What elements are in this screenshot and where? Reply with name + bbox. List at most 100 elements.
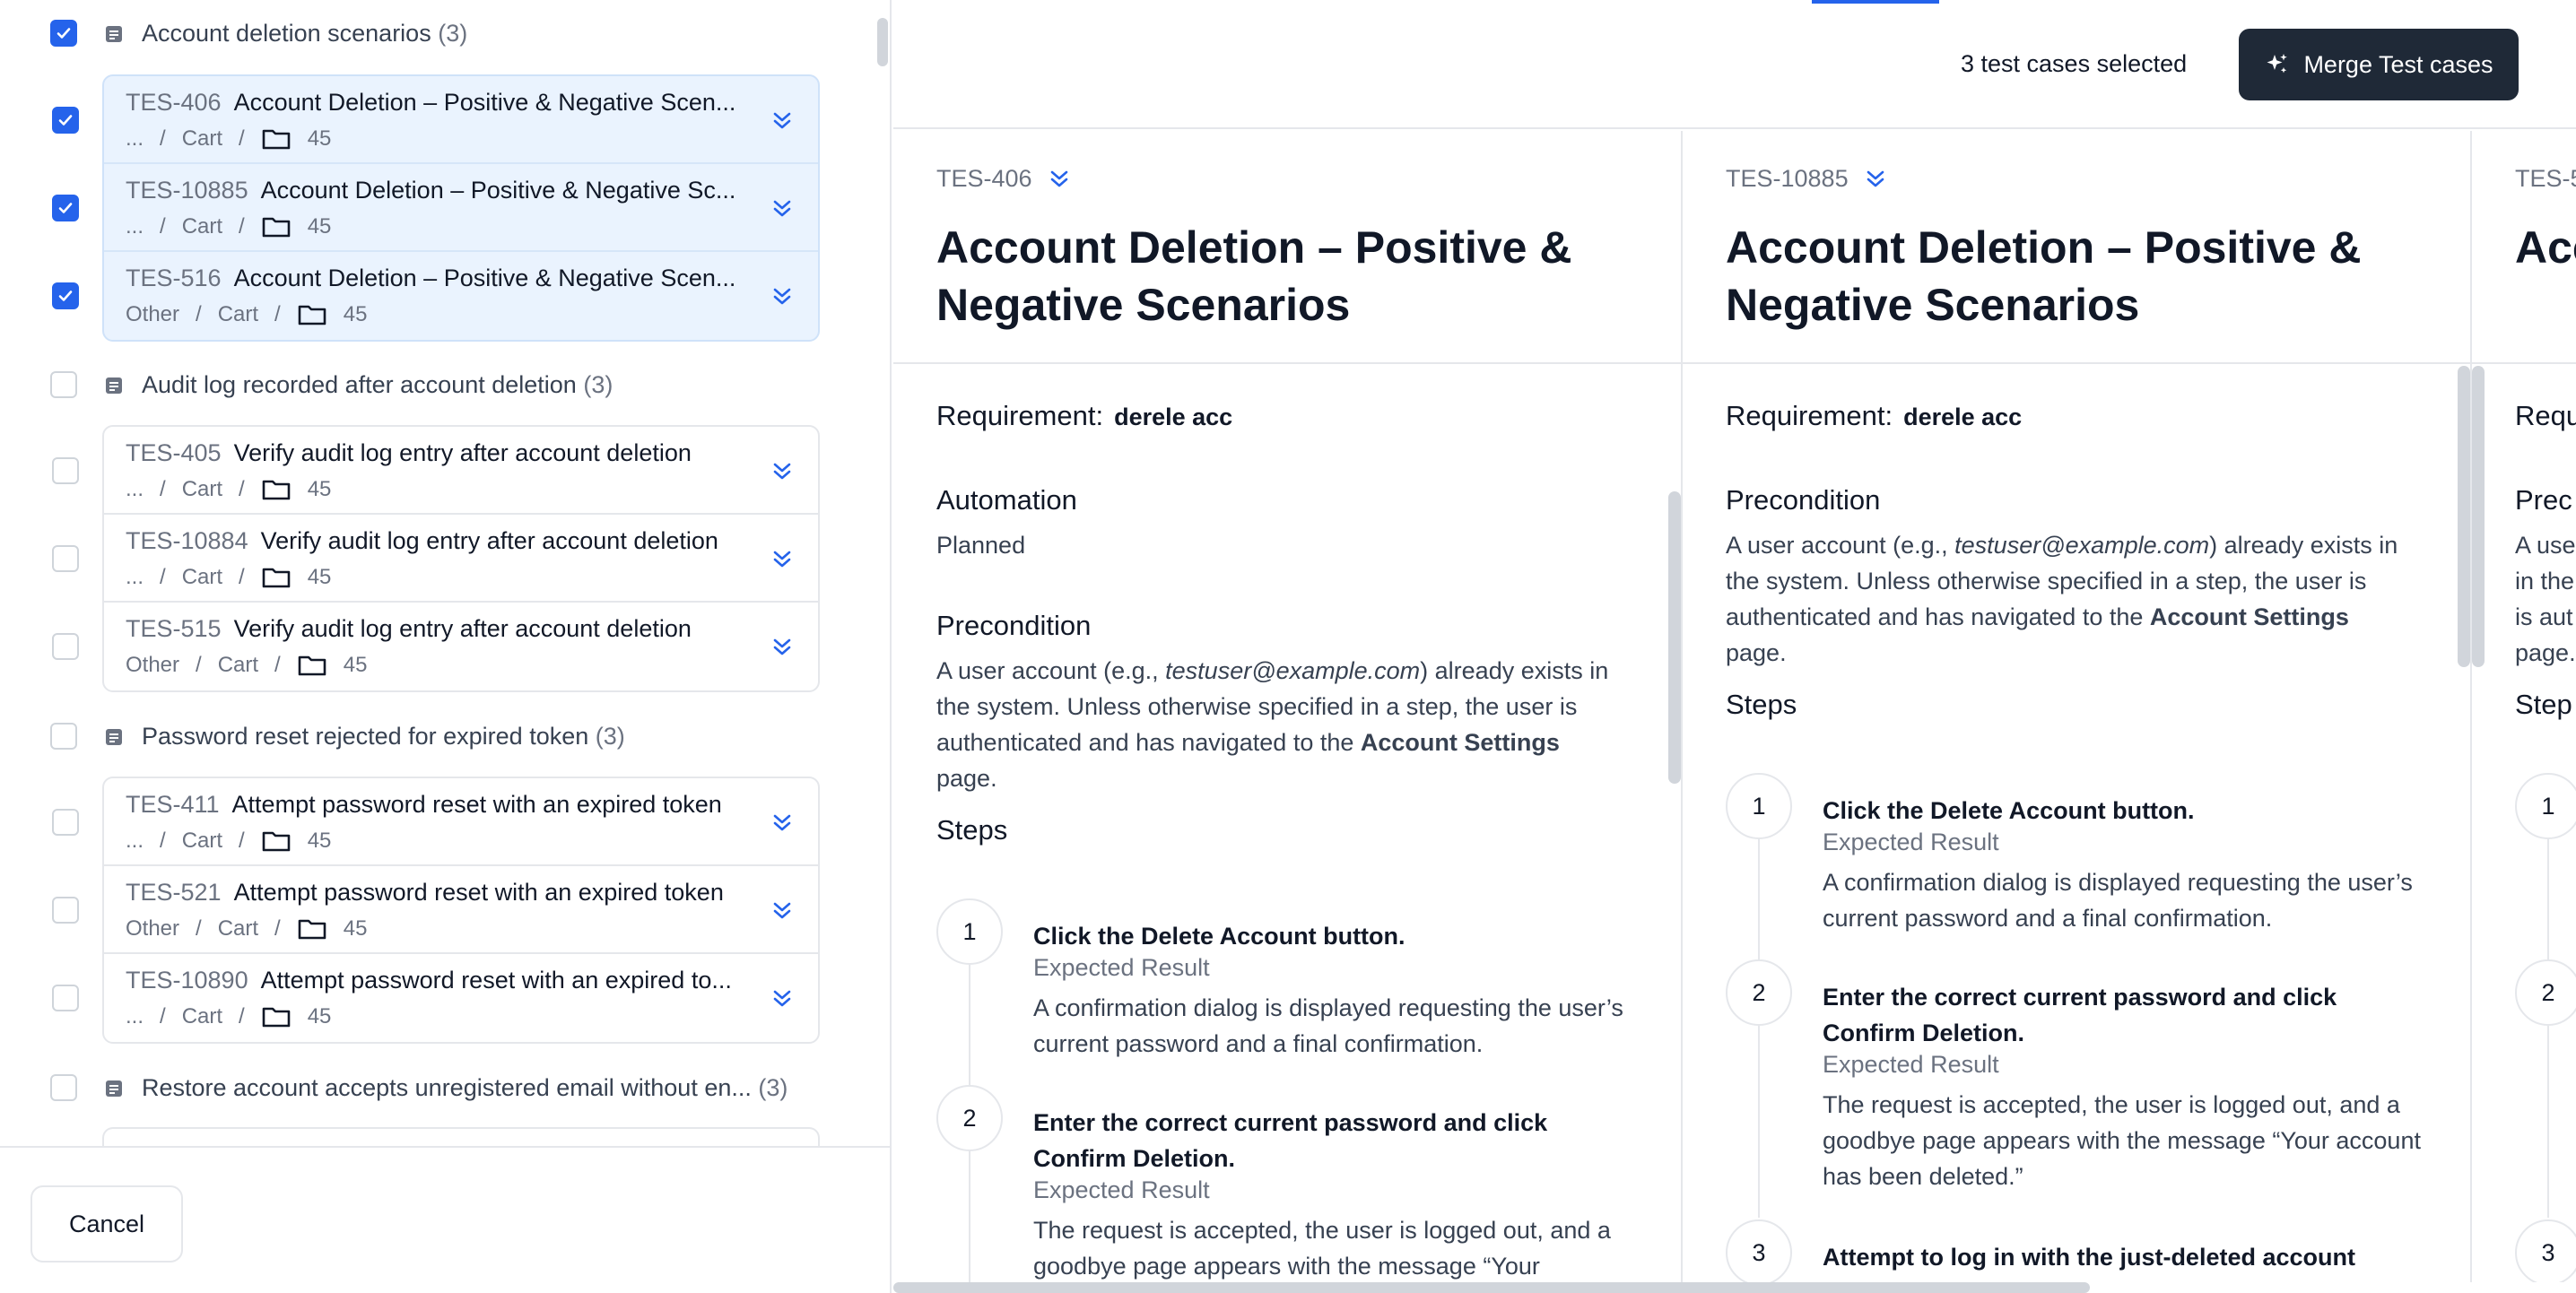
document-icon xyxy=(106,729,122,745)
chevrons-down-icon[interactable] xyxy=(770,459,795,484)
folder-icon xyxy=(262,480,291,500)
case-title: Account Deletion – Positive & Negative S… xyxy=(260,177,736,204)
column-header: TES-406 Account Deletion – Positive & Ne… xyxy=(893,131,1681,364)
precondition-text: A user account (e.g., testuser@example.c… xyxy=(1726,532,2398,666)
column-title: Acc Neg xyxy=(2515,222,2576,273)
case-path: ... / Cart/45 xyxy=(126,214,332,239)
requirement-value: derele acc xyxy=(1114,404,1233,430)
expected-result: The request is accepted, the user is log… xyxy=(1823,1091,2421,1190)
chevrons-down-icon[interactable] xyxy=(770,986,795,1011)
cancel-button[interactable]: Cancel xyxy=(30,1185,183,1263)
test-case-column: TES-10885 Account Deletion – Positive & … xyxy=(1683,131,2472,1282)
column-body[interactable]: Requirement: derele acc Precondition A us… xyxy=(1683,366,2470,1282)
chevrons-down-icon[interactable] xyxy=(770,811,795,836)
chevrons-down-icon[interactable] xyxy=(770,284,795,309)
column-scrollbar[interactable] xyxy=(2458,366,2470,667)
automation-label: Automation xyxy=(936,484,1077,516)
case-path: Other / Cart/45 xyxy=(126,653,368,677)
precondition-label: Precondition xyxy=(1726,484,1881,516)
precondition-label: Prec xyxy=(2515,484,2572,516)
group-checkbox[interactable] xyxy=(50,723,77,750)
case-title: Account Deletion – Positive & Negative S… xyxy=(233,89,736,116)
case-checkbox[interactable] xyxy=(52,282,79,309)
requirement-label: Requ xyxy=(2515,400,2576,431)
case-checkbox[interactable] xyxy=(52,809,79,836)
group-count: (3) xyxy=(595,722,625,750)
column-body[interactable]: Requ Prec A use in the is aut page. Step 1 … xyxy=(2472,366,2576,1282)
chevrons-down-icon[interactable] xyxy=(770,196,795,221)
expected-result-label: Expected Result xyxy=(1823,829,1999,855)
group-title: Password reset rejected for expired toke… xyxy=(142,722,589,750)
step-item: 3 Attempt to log in with the just-delete… xyxy=(1726,1219,2434,1282)
case-checkbox[interactable] xyxy=(52,107,79,134)
requirement-field: Requirement: derele acc xyxy=(1726,400,2023,431)
step-item: 1 xyxy=(2515,773,2576,965)
case-id: TES-521 xyxy=(126,879,222,906)
case-path: ... / Cart/45 xyxy=(126,1004,332,1028)
case-checkbox[interactable] xyxy=(52,545,79,572)
folder-icon xyxy=(262,129,291,150)
case-title: Verify audit log entry after account del… xyxy=(233,615,692,642)
column-scrollbar[interactable] xyxy=(2472,366,2485,667)
case-row[interactable]: TES-515 Verify audit log entry after acco… xyxy=(52,603,818,690)
column-header: TES-5 Acc Neg xyxy=(2472,131,2576,364)
case-checkbox[interactable] xyxy=(52,633,79,660)
case-title: Verify audit log entry after account del… xyxy=(260,527,718,554)
merge-test-cases-button[interactable]: Merge Test cases xyxy=(2239,29,2519,100)
case-checkbox[interactable] xyxy=(52,985,79,1011)
case-title: Attempt password reset with an expired t… xyxy=(233,879,724,906)
left-footer: Cancel xyxy=(0,1146,890,1293)
case-checkbox[interactable] xyxy=(52,897,79,924)
expected-result: A confirmation dialog is displayed reque… xyxy=(1823,869,2413,932)
check-icon xyxy=(58,115,73,126)
group-header: Restore account accepts unregistered ema… xyxy=(50,1072,840,1104)
group-checkbox[interactable] xyxy=(50,371,77,398)
step-item: 2 Enter the correct current password and… xyxy=(1726,959,2434,1219)
folder-icon xyxy=(262,1007,291,1028)
column-case-id: TES-10885 xyxy=(1726,165,1849,192)
chevrons-down-icon[interactable] xyxy=(1047,167,1072,192)
case-row[interactable]: TES-405 Verify audit log entry after acco… xyxy=(52,427,818,515)
case-row[interactable]: TES-10885 Account Deletion – Positive & N… xyxy=(52,164,818,252)
column-body[interactable]: Requirement: derele acc Automation Planne… xyxy=(893,366,1681,1282)
case-path: ... / Cart/45 xyxy=(126,829,332,853)
case-row[interactable]: TES-406 Account Deletion – Positive & Neg… xyxy=(52,76,818,164)
group-checkbox[interactable] xyxy=(50,20,77,47)
check-icon xyxy=(58,203,73,213)
case-row[interactable]: TES-521 Attempt password reset with an ex… xyxy=(52,866,818,954)
case-checkbox[interactable] xyxy=(52,195,79,221)
precondition-text: A use in the is aut page. xyxy=(2515,532,2576,666)
group-header: Account deletion scenarios (3) xyxy=(50,17,840,49)
step-number: 3 xyxy=(2515,1219,2576,1282)
folder-icon xyxy=(298,919,326,940)
step-action: Click the Delete Account button. xyxy=(1823,797,2195,824)
case-list: TES-406 Account Deletion – Positive & Neg… xyxy=(52,74,820,342)
case-row[interactable]: TES-516 Account Deletion – Positive & Neg… xyxy=(52,252,818,340)
case-list-scroll[interactable]: Account deletion scenarios (3) TES-406 Ac… xyxy=(0,0,890,1146)
chevrons-down-icon[interactable] xyxy=(770,547,795,572)
steps-label: Steps xyxy=(1726,689,1797,720)
step-item: 1 Click the Delete Account button. Expec… xyxy=(1726,773,2434,965)
horizontal-scrollbar[interactable] xyxy=(893,1282,2090,1293)
group-account-deletion: Account deletion scenarios (3) TES-406 Ac… xyxy=(50,17,840,342)
step-item: 2 xyxy=(2515,959,2576,1219)
group-checkbox[interactable] xyxy=(50,1074,77,1101)
case-row[interactable]: TES-10884 Verify audit log entry after ac… xyxy=(52,515,818,603)
expected-result-label: Expected Result xyxy=(1823,1051,1999,1078)
case-selection-panel: Account deletion scenarios (3) TES-406 Ac… xyxy=(0,0,892,1293)
group-title: Audit log recorded after account deletio… xyxy=(142,370,577,398)
test-case-column: TES-406 Account Deletion – Positive & Ne… xyxy=(893,131,1683,1282)
case-checkbox[interactable] xyxy=(52,457,79,484)
chevrons-down-icon[interactable] xyxy=(770,108,795,134)
group-restore-account: Restore account accepts unregistered ema… xyxy=(50,1072,840,1146)
case-row[interactable]: TES-411 Attempt password reset with an ex… xyxy=(52,778,818,866)
precondition-text: A user account (e.g., testuser@example.c… xyxy=(936,657,1609,792)
group-header: Audit log recorded after account deletio… xyxy=(50,369,840,401)
precondition-label: Precondition xyxy=(936,610,1092,641)
column-scrollbar[interactable] xyxy=(1668,491,1681,784)
chevrons-down-icon[interactable] xyxy=(1863,167,1888,192)
left-scrollbar[interactable] xyxy=(877,18,888,66)
chevrons-down-icon[interactable] xyxy=(770,635,795,660)
case-row[interactable]: TES-10890 Attempt password reset with an … xyxy=(52,954,818,1042)
chevrons-down-icon[interactable] xyxy=(770,898,795,924)
